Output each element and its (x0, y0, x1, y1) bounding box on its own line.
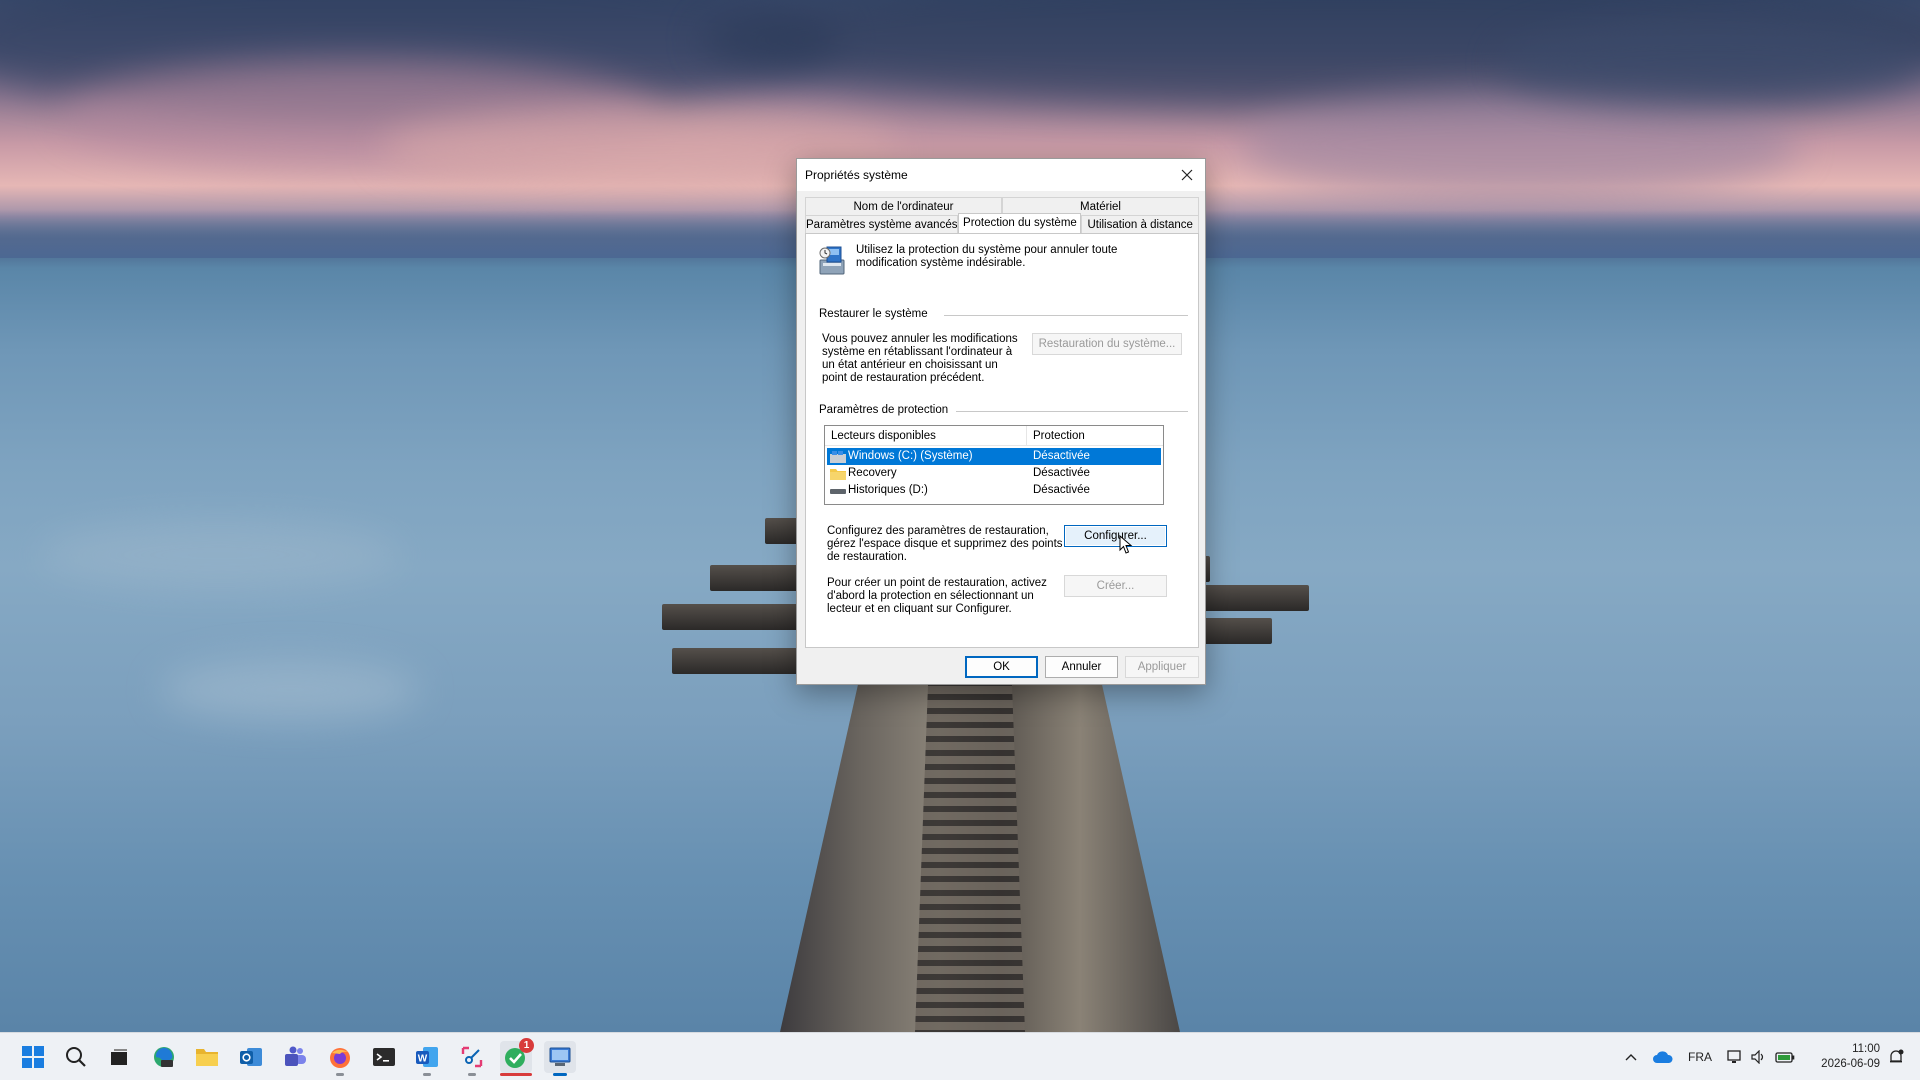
ok-button[interactable]: OK (965, 656, 1038, 678)
configure-button[interactable]: Configurer... (1064, 525, 1167, 547)
close-button[interactable] (1169, 159, 1205, 191)
notifications-button[interactable] (1884, 1033, 1908, 1080)
volume-icon (1751, 1050, 1764, 1064)
taskbar-snipping-tool[interactable] (456, 1041, 488, 1076)
terminal-icon (373, 1048, 395, 1066)
tab-remote[interactable]: Utilisation à distance (1081, 215, 1199, 233)
apply-button[interactable]: Appliquer (1125, 656, 1199, 678)
notification-bell-icon (1890, 1049, 1904, 1063)
drive-icon (830, 488, 846, 494)
restore-text: Vous pouvez annuler les modifications sy… (822, 333, 1018, 384)
create-text: Pour créer un point de restauration, act… (827, 577, 1047, 615)
show-hidden-icons-button[interactable] (1620, 1033, 1642, 1080)
drives-list[interactable]: Lecteurs disponibles Protection Windows … (824, 425, 1164, 505)
drive-protection: Désactivée (1033, 484, 1090, 496)
drive-protection: Désactivée (1033, 450, 1090, 462)
clock-date: 2026-06-09 (1821, 1058, 1880, 1070)
volume-button[interactable] (1748, 1033, 1770, 1080)
configure-text: Configurez des paramètres de restauratio… (827, 525, 1063, 563)
cancel-button[interactable]: Annuler (1045, 656, 1118, 678)
onedrive-button[interactable] (1650, 1033, 1676, 1080)
column-header-drives[interactable]: Lecteurs disponibles (825, 426, 1027, 445)
taskbar-edge[interactable] (148, 1041, 180, 1073)
network-icon (1727, 1050, 1741, 1063)
task-view-icon (111, 1049, 127, 1065)
firefox-icon (330, 1048, 350, 1068)
drive-name: Recovery (848, 467, 897, 479)
windows-drive-icon (830, 450, 846, 463)
drive-row-windows[interactable]: Windows (C:) (Système) Désactivée (827, 448, 1161, 465)
outlook-icon (240, 1048, 262, 1066)
battery-icon (1775, 1052, 1795, 1063)
taskbar-terminal[interactable] (368, 1041, 400, 1073)
clock[interactable]: 11:00 2026-06-09 (1808, 1033, 1880, 1080)
drive-row-historiques[interactable]: Historiques (D:) Désactivée (827, 482, 1161, 499)
snipping-tool-icon (461, 1046, 483, 1068)
intro-text: Utilisez la protection du système pour a… (856, 244, 1118, 269)
tab-advanced[interactable]: Paramètres système avancés (805, 215, 959, 233)
mouse-cursor-icon (1119, 535, 1133, 554)
drive-row-recovery[interactable]: Recovery Désactivée (827, 465, 1161, 482)
battery-button[interactable] (1772, 1033, 1798, 1080)
task-view-button[interactable] (103, 1041, 135, 1073)
svg-text:W: W (418, 1054, 428, 1065)
search-button[interactable] (60, 1041, 92, 1073)
taskbar-system-properties[interactable] (544, 1041, 576, 1076)
taskbar-outlook[interactable] (235, 1041, 267, 1073)
network-button[interactable] (1724, 1033, 1746, 1080)
system-protection-icon (819, 246, 845, 275)
taskbar: W 1 FRA 11:00 2026-06-09 (0, 1032, 1920, 1080)
edge-icon (154, 1047, 174, 1067)
create-button[interactable]: Créer... (1064, 575, 1167, 597)
close-icon (1181, 169, 1193, 181)
drive-name: Historiques (D:) (848, 484, 928, 496)
system-properties-icon (549, 1047, 571, 1066)
teams-icon (285, 1046, 306, 1066)
taskbar-teams[interactable] (279, 1041, 311, 1073)
dialog-title: Propriétés système (805, 168, 908, 182)
drives-list-header: Lecteurs disponibles Protection (825, 426, 1163, 446)
restore-group-label: Restaurer le système (819, 308, 928, 320)
system-restore-button[interactable]: Restauration du système... (1032, 333, 1182, 355)
column-header-protection[interactable]: Protection (1027, 426, 1085, 445)
drive-protection: Désactivée (1033, 467, 1090, 479)
file-explorer-icon (196, 1049, 218, 1066)
taskbar-app-with-badge[interactable]: 1 (500, 1038, 534, 1076)
taskbar-word[interactable]: W (411, 1041, 443, 1076)
start-icon (22, 1046, 44, 1068)
system-protection-panel: Utilisez la protection du système pour a… (805, 233, 1199, 648)
taskbar-firefox[interactable] (324, 1041, 356, 1076)
search-icon (66, 1047, 86, 1067)
protection-group-label: Paramètres de protection (819, 404, 949, 416)
onedrive-icon (1653, 1051, 1673, 1063)
language-indicator[interactable]: FRA (1684, 1033, 1716, 1080)
folder-icon (830, 468, 846, 480)
tab-row-2: Paramètres système avancés Protection du… (805, 213, 1199, 233)
tab-system-protection[interactable]: Protection du système (958, 213, 1082, 233)
word-icon: W (416, 1047, 438, 1067)
notification-badge: 1 (519, 1038, 534, 1053)
drive-name: Windows (C:) (Système) (848, 450, 973, 462)
chevron-up-icon (1625, 1054, 1637, 1061)
dialog-titlebar[interactable]: Propriétés système (797, 159, 1205, 191)
taskbar-file-explorer[interactable] (191, 1041, 223, 1073)
system-properties-dialog: Propriétés système Nom de l'ordinateur M… (796, 158, 1206, 685)
start-button[interactable] (17, 1041, 49, 1073)
clock-time: 11:00 (1852, 1043, 1880, 1055)
